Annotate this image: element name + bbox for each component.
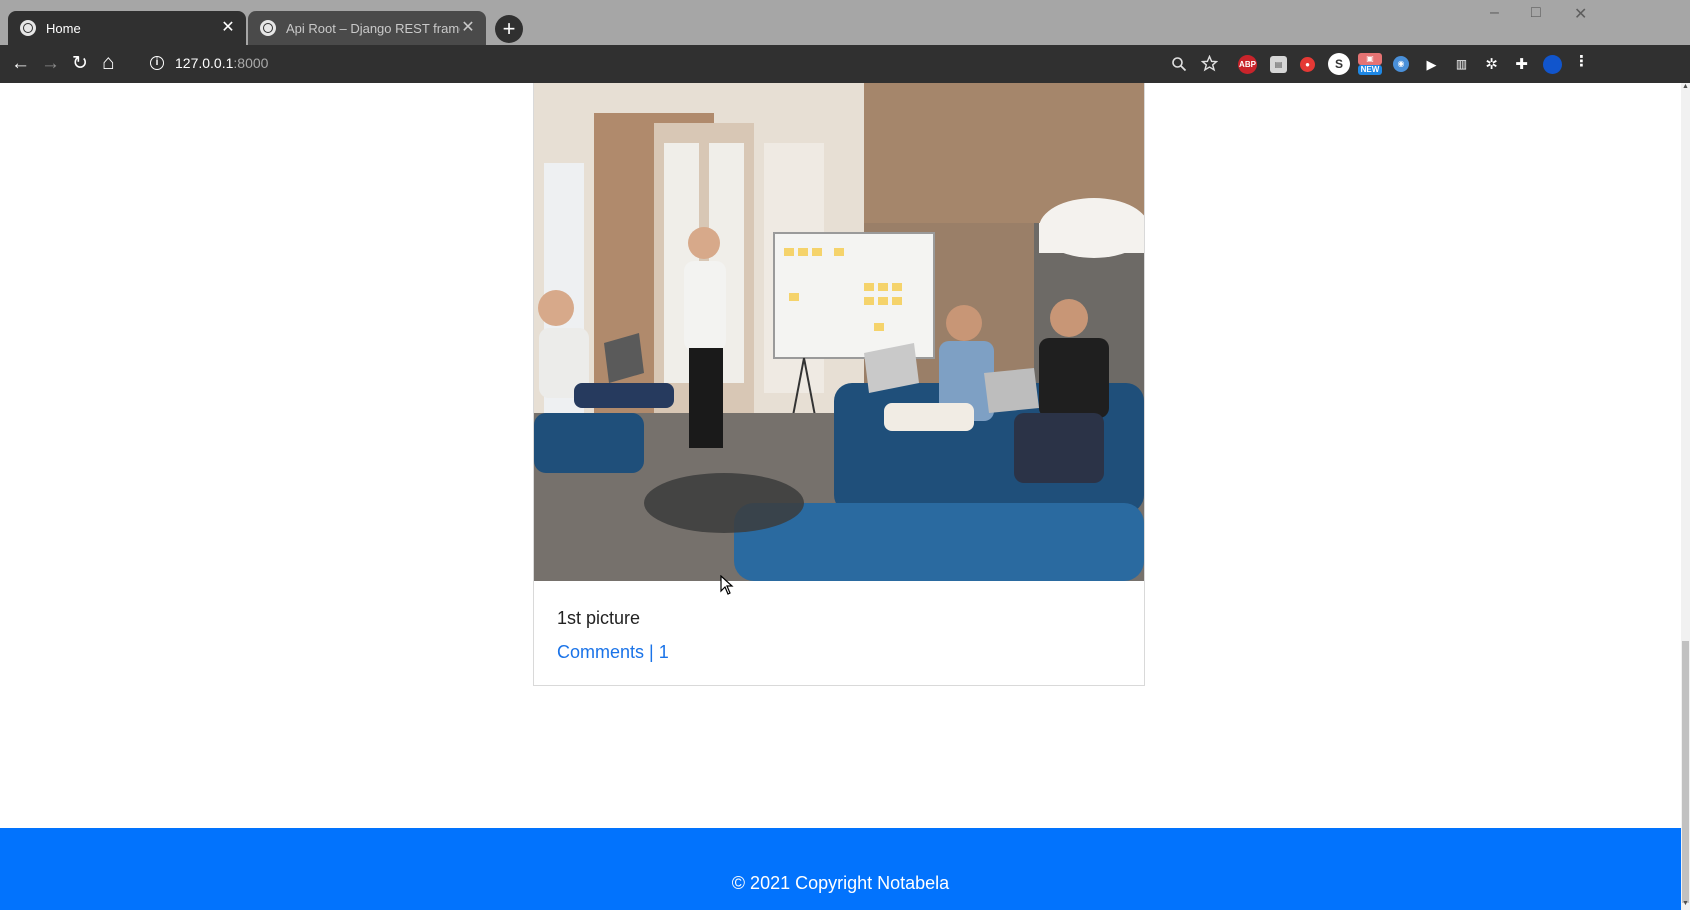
extension-icon[interactable]: ◉ xyxy=(1393,56,1409,72)
new-badge: NEW xyxy=(1358,65,1382,75)
extension-icon[interactable]: S xyxy=(1328,53,1350,75)
close-tab-icon[interactable]: ✕ xyxy=(460,20,476,36)
extensions-puzzle-icon[interactable]: ✚ xyxy=(1513,56,1530,73)
post-card: 1st picture Comments | 1 xyxy=(533,83,1145,686)
post-title: 1st picture xyxy=(557,608,641,628)
tab-title: Home xyxy=(46,20,81,36)
scroll-up-icon[interactable]: ▲ xyxy=(1681,83,1690,90)
tab-home[interactable]: Home ✕ xyxy=(8,11,246,45)
close-tab-icon[interactable]: ✕ xyxy=(220,20,236,36)
post-image xyxy=(534,83,1144,581)
tab-strip: Home ✕ Api Root – Django REST framewo ✕ … xyxy=(0,0,1690,45)
extension-icon[interactable]: ▶ xyxy=(1423,56,1440,73)
profile-icon[interactable] xyxy=(1543,55,1562,74)
extension-icon[interactable]: ▥ xyxy=(1453,56,1470,73)
address-host: 127.0.0.1 xyxy=(175,55,234,71)
address-bar[interactable]: 127.0.0.1:8000 xyxy=(175,55,268,71)
address-port: :8000 xyxy=(233,55,269,71)
scroll-down-icon[interactable]: ▼ xyxy=(1681,900,1690,907)
scrollbar-thumb[interactable] xyxy=(1682,641,1689,903)
comments-link[interactable]: Comments | 1 xyxy=(557,642,669,663)
zoom-icon[interactable] xyxy=(1171,56,1187,72)
globe-icon xyxy=(260,20,276,36)
mouse-cursor-icon xyxy=(720,575,734,595)
extension-icon[interactable]: ▤ xyxy=(1270,56,1287,73)
menu-dots-icon[interactable]: ⋮ xyxy=(1573,53,1590,70)
extension-icon[interactable]: ▣ xyxy=(1358,53,1382,65)
copyright-text: © 2021 Copyright Notabela xyxy=(731,873,950,893)
forward-icon[interactable]: → xyxy=(41,54,60,74)
back-icon[interactable]: ← xyxy=(11,54,30,74)
extension-icon[interactable]: ✲ xyxy=(1483,56,1500,73)
reload-icon[interactable]: ↻ xyxy=(72,54,88,74)
minimize-icon[interactable]: – xyxy=(1490,4,1499,22)
globe-icon xyxy=(20,20,36,36)
site-info-icon[interactable]: i xyxy=(150,56,164,70)
extension-icon[interactable]: ● xyxy=(1300,57,1315,72)
close-window-icon[interactable]: ✕ xyxy=(1574,4,1587,24)
bookmark-star-icon[interactable] xyxy=(1201,55,1218,72)
tab-api-root[interactable]: Api Root – Django REST framewo ✕ xyxy=(248,11,486,45)
home-icon[interactable]: ⌂ xyxy=(102,52,115,73)
adblock-plus-icon[interactable]: ABP xyxy=(1238,55,1257,74)
page-footer: © 2021 Copyright Notabela xyxy=(0,828,1681,910)
maximize-icon[interactable]: □ xyxy=(1531,4,1541,22)
new-tab-button[interactable]: + xyxy=(495,15,523,43)
tab-title: Api Root – Django REST framewo xyxy=(286,20,460,36)
